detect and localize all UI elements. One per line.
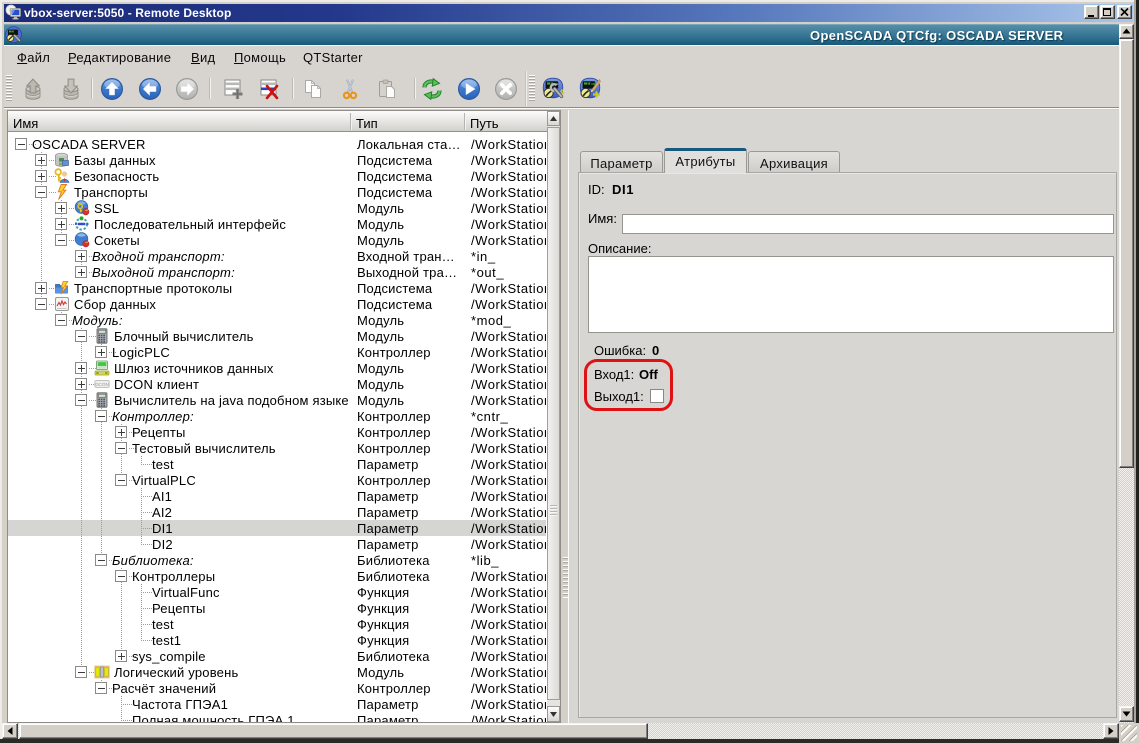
svg-text:DCON: DCON bbox=[95, 382, 109, 387]
